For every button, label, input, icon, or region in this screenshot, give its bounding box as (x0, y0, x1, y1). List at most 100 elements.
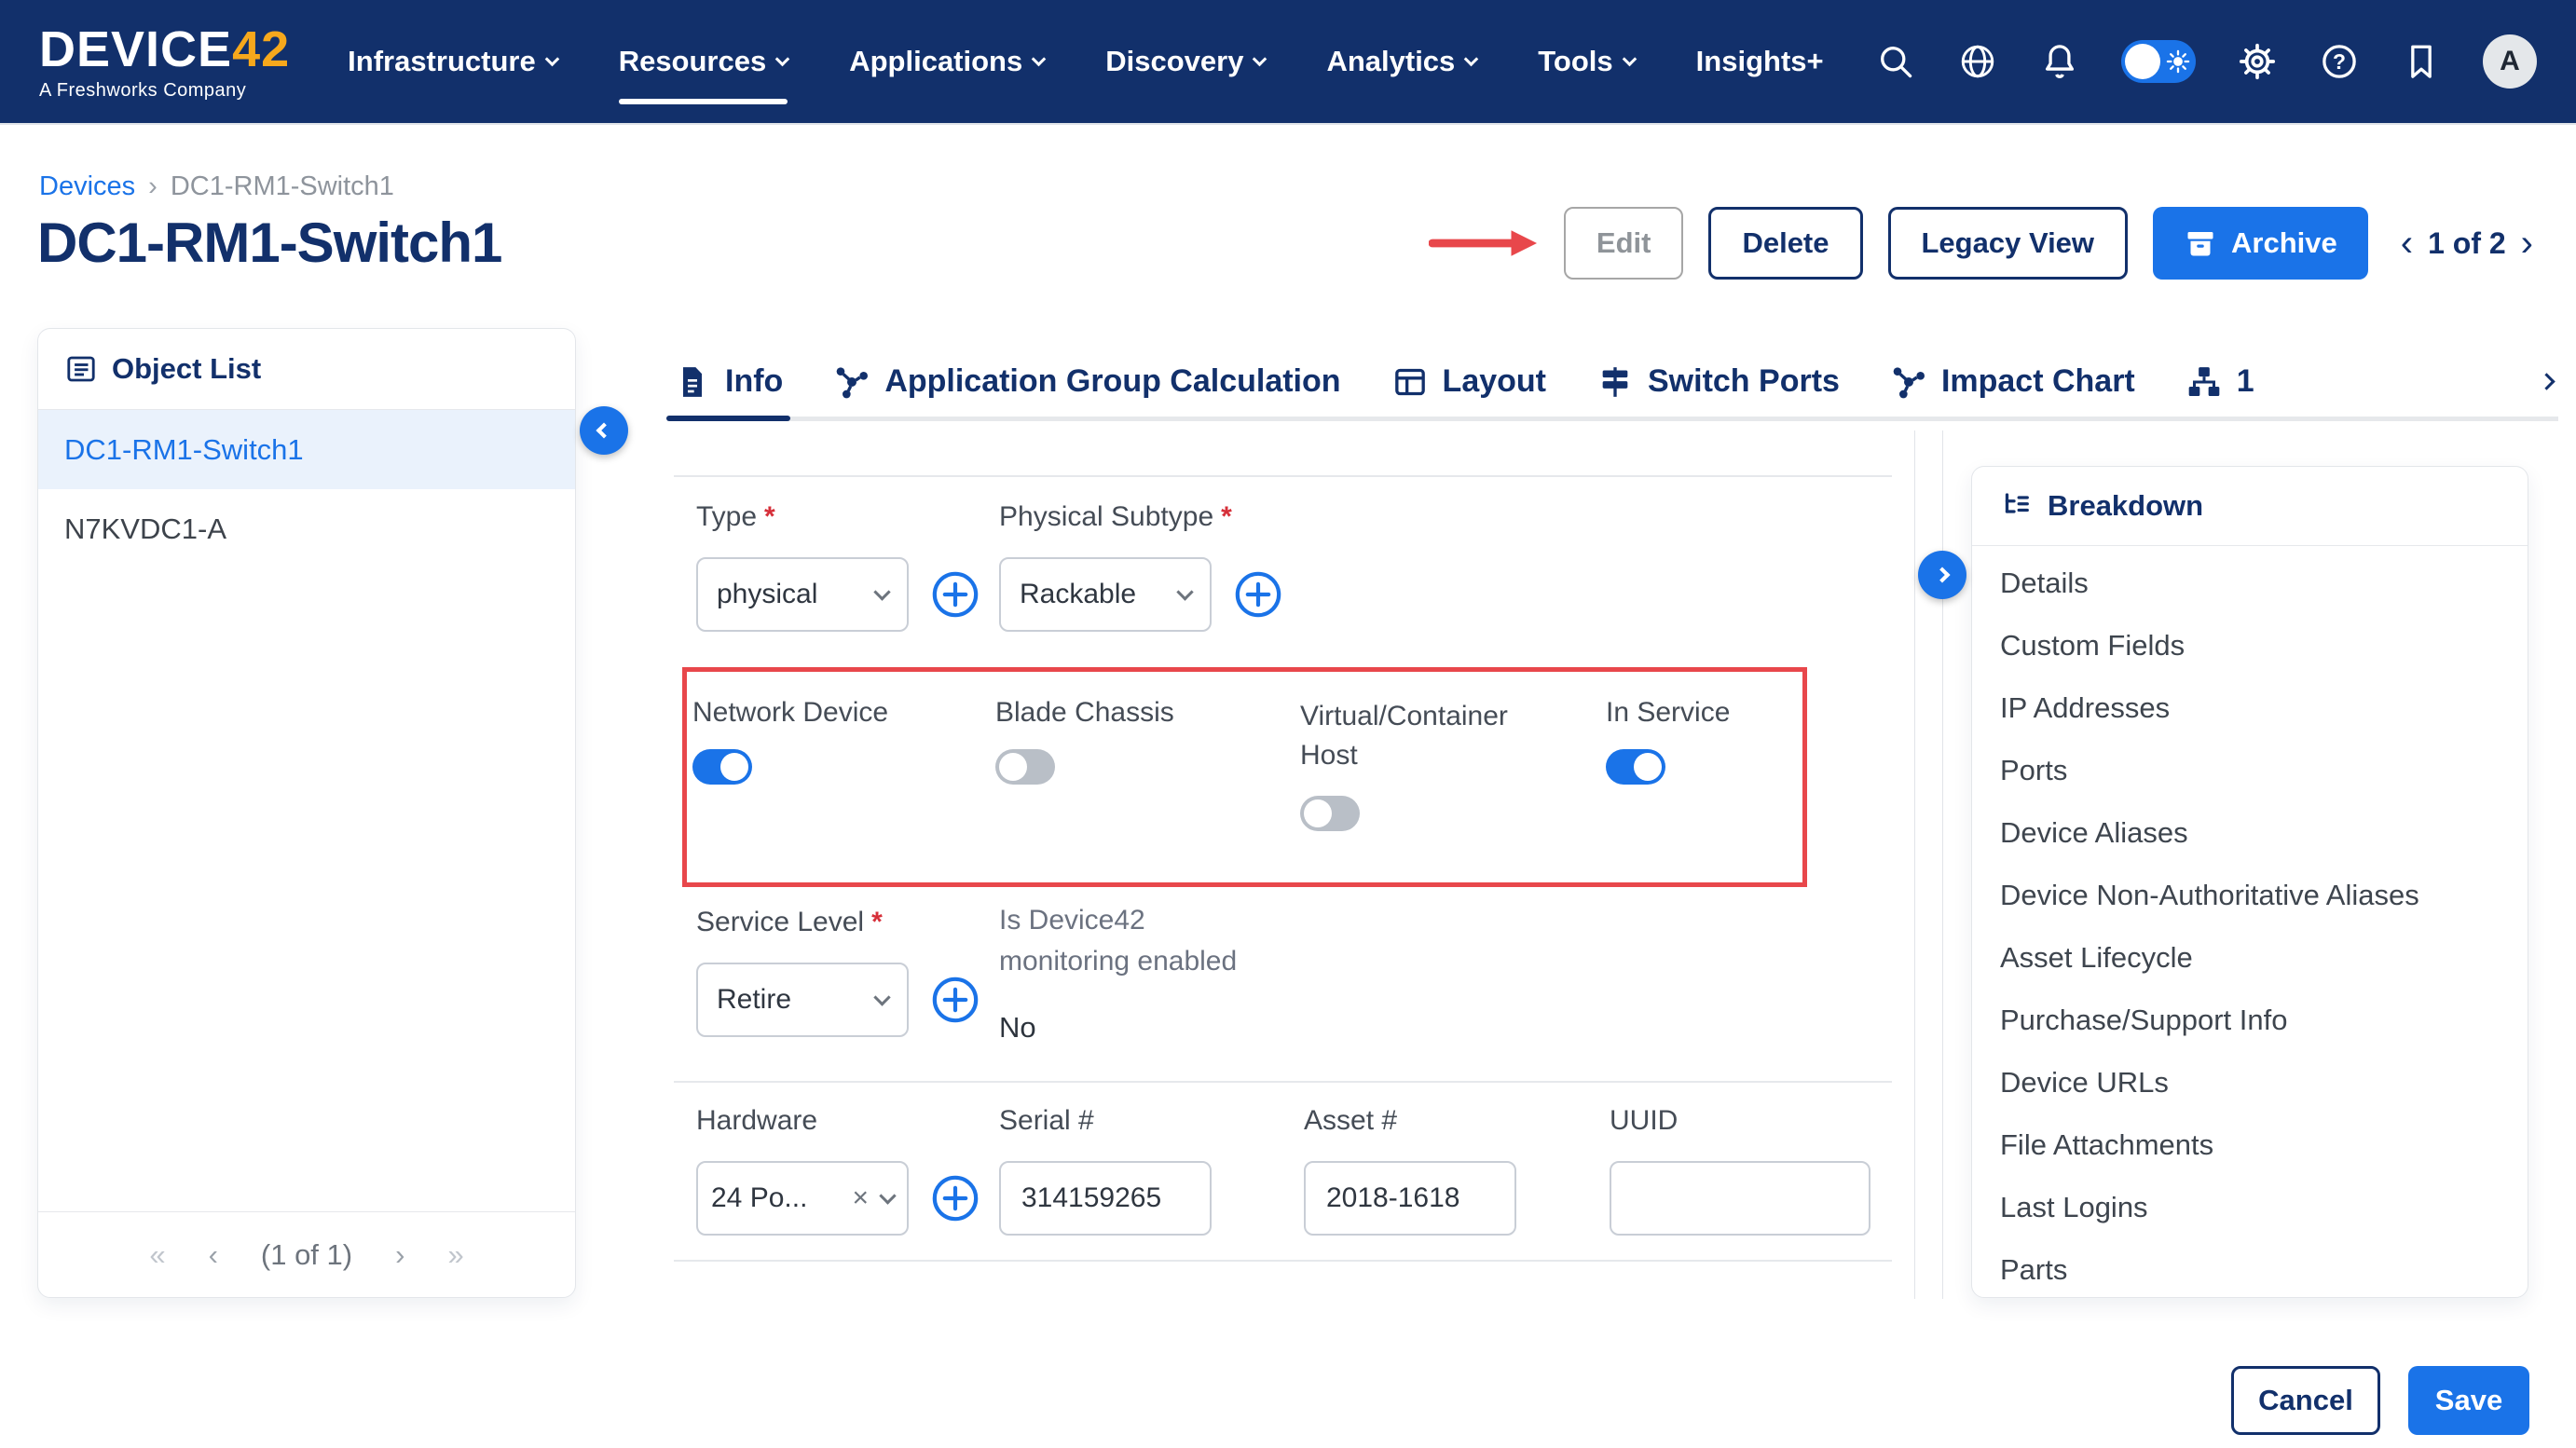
cancel-button[interactable]: Cancel (2231, 1366, 2380, 1435)
page-next-icon[interactable]: › (395, 1238, 404, 1272)
list-item[interactable]: DC1-RM1-Switch1 (38, 410, 575, 489)
breakdown-item-details[interactable]: Details (1972, 552, 2528, 614)
list-icon (64, 352, 98, 386)
add-physical-subtype-button[interactable] (1232, 568, 1284, 621)
type-select[interactable]: physical (696, 557, 909, 632)
tabs-next-icon[interactable] (2541, 376, 2553, 388)
theme-toggle[interactable] (2121, 40, 2196, 83)
service-level-select[interactable]: Retire (696, 963, 909, 1037)
globe-icon[interactable] (1957, 41, 1998, 82)
archive-button[interactable]: Archive (2153, 207, 2368, 280)
chevron-right-icon (1935, 567, 1951, 583)
chevron-down-icon (1176, 583, 1193, 600)
field-blade-chassis: Blade Chassis (995, 697, 1300, 831)
uuid-input[interactable] (1610, 1161, 1870, 1236)
service-level-label: Service Level* (696, 907, 883, 938)
svg-text:?: ? (2333, 49, 2346, 74)
divider (674, 475, 1892, 477)
breakdown-title: Breakdown (2048, 489, 2203, 523)
highlight-annotation-box: Network Device Blade Chassis Virtual/Con… (682, 667, 1807, 887)
type-value: physical (717, 579, 876, 610)
breakdown-item-asset-lifecycle[interactable]: Asset Lifecycle (1972, 926, 2528, 989)
save-button[interactable]: Save (2408, 1366, 2529, 1435)
serial-input[interactable] (999, 1161, 1212, 1236)
divider (674, 1260, 1892, 1262)
pager-prev-icon[interactable]: ‹ (2401, 225, 2413, 262)
toggle-knob (1634, 753, 1662, 781)
add-hardware-button[interactable] (929, 1172, 981, 1224)
blade-chassis-toggle[interactable] (995, 749, 1055, 785)
breakdown-item-ip-addresses[interactable]: IP Addresses (1972, 676, 2528, 739)
page-last-icon[interactable]: » (447, 1238, 463, 1272)
hardware-value: 24 Po... (711, 1182, 852, 1214)
nav-label: Infrastructure (348, 45, 536, 78)
chevron-right-icon (2538, 373, 2555, 389)
clear-icon[interactable]: × (852, 1182, 869, 1214)
virtual-container-host-label: Virtual/Container Host (1300, 697, 1552, 775)
list-item[interactable]: N7KVDC1-A (38, 489, 575, 568)
avatar[interactable]: A (2483, 34, 2537, 89)
page-prev-icon[interactable]: ‹ (209, 1238, 218, 1272)
breakdown-item-ports[interactable]: Ports (1972, 739, 2528, 801)
hardware-select[interactable]: 24 Po... × (696, 1161, 909, 1236)
breakdown-item-device-non-authoritative-aliases[interactable]: Device Non-Authoritative Aliases (1972, 864, 2528, 926)
tab-impact-chart[interactable]: Impact Chart (1890, 347, 2135, 417)
object-list-header: Object List (38, 329, 575, 410)
breakdown-item-device-aliases[interactable]: Device Aliases (1972, 801, 2528, 864)
device42-logo[interactable]: DEVICE42 A Freshworks Company (39, 24, 290, 100)
add-type-button[interactable] (929, 568, 981, 621)
breakdown-item-custom-fields[interactable]: Custom Fields (1972, 614, 2528, 676)
brand-text: DEVICE42 (39, 24, 290, 75)
help-icon[interactable]: ? (2319, 41, 2360, 82)
in-service-toggle[interactable] (1606, 749, 1665, 785)
breakdown-expand-button[interactable] (1918, 551, 1966, 599)
breadcrumb-devices-link[interactable]: Devices (39, 171, 135, 202)
object-list-pagination: « ‹ (1 of 1) › » (38, 1211, 575, 1297)
bookmark-icon[interactable] (2401, 41, 2442, 82)
virtual-container-host-toggle[interactable] (1300, 796, 1360, 831)
toggle-row: Network Device Blade Chassis Virtual/Con… (692, 697, 1802, 831)
pager-next-icon[interactable]: › (2521, 225, 2533, 262)
required-asterisk: * (871, 907, 883, 938)
serial-label: Serial # (999, 1105, 1094, 1137)
navbar-right-icons: ? A (1875, 34, 2537, 89)
form-row-hardware: Hardware 24 Po... × Serial # Asset # (696, 1105, 1892, 1236)
page-title: DC1-RM1-Switch1 (37, 211, 501, 275)
tab-label: Impact Chart (1941, 363, 2135, 400)
tree-list-icon (2000, 489, 2034, 523)
object-list-title: Object List (112, 352, 261, 386)
field-monitoring: Is Device42 monitoring enabled No (999, 900, 1304, 1045)
uuid-label: UUID (1610, 1105, 1678, 1137)
nav-item-infrastructure[interactable]: Infrastructure (348, 39, 557, 84)
field-physical-subtype: Physical Subtype* Rackable (999, 501, 1304, 632)
sidebar-collapse-button[interactable] (580, 406, 628, 455)
in-service-label: In Service (1606, 697, 1730, 729)
breadcrumb-separator: › (148, 171, 158, 202)
asset-input[interactable] (1304, 1161, 1516, 1236)
type-label: Type* (696, 501, 775, 533)
breakdown-item-purchase-support-info[interactable]: Purchase/Support Info (1972, 989, 2528, 1051)
tab-overflow-count[interactable]: 1 (2185, 347, 2254, 417)
breakdown-item-device-urls[interactable]: Device URLs (1972, 1051, 2528, 1113)
breakdown-item-parts[interactable]: Parts (1972, 1238, 2528, 1298)
sitemap-icon (2185, 363, 2223, 401)
hardware-label: Hardware (696, 1105, 817, 1137)
network-device-toggle[interactable] (692, 749, 752, 785)
network-device-label: Network Device (692, 697, 888, 729)
chevron-down-icon (873, 583, 890, 600)
toggle-knob (999, 753, 1027, 781)
bell-icon[interactable] (2039, 41, 2080, 82)
gear-icon[interactable] (2237, 41, 2278, 82)
form-row-type: Type* physical Physical Subtype* Rackabl… (696, 501, 1892, 632)
field-uuid: UUID (1610, 1105, 1892, 1236)
required-asterisk: * (1221, 501, 1232, 533)
add-service-level-button[interactable] (929, 974, 981, 1026)
brand-tagline: A Freshworks Company (39, 81, 290, 100)
page-first-icon[interactable]: « (149, 1238, 165, 1272)
field-type: Type* physical (696, 501, 999, 632)
legacy-view-button[interactable]: Legacy View (1888, 207, 2129, 280)
breadcrumb-current: DC1-RM1-Switch1 (171, 171, 394, 202)
physical-subtype-select[interactable]: Rackable (999, 557, 1212, 632)
breakdown-item-file-attachments[interactable]: File Attachments (1972, 1113, 2528, 1176)
breakdown-item-last-logins[interactable]: Last Logins (1972, 1176, 2528, 1238)
